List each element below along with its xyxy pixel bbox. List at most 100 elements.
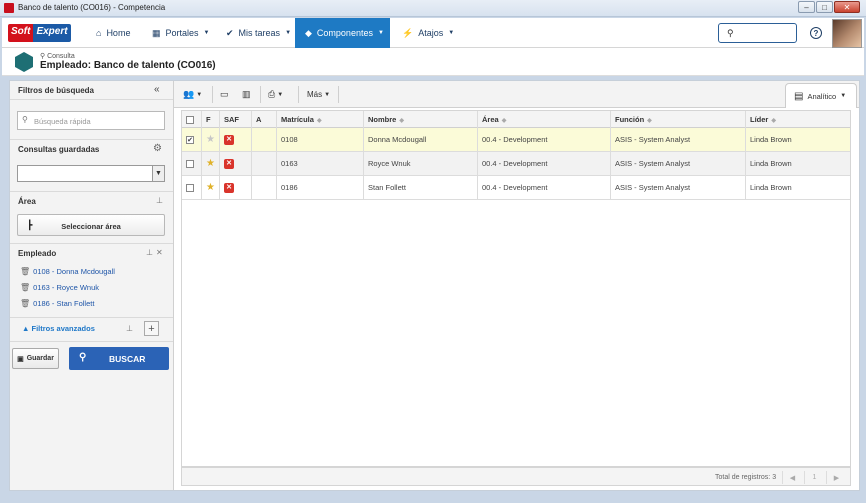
nav-portales-label: Portales [165, 28, 199, 38]
employee-filter-item[interactable]: 🗑 0186 - Stan Follett [20, 299, 94, 308]
header-matricula-label: Matrícula [281, 115, 314, 124]
more-label: Más [307, 90, 323, 99]
logo-soft: Soft [8, 24, 34, 42]
nombre-cell: Royce Wnuk [364, 152, 478, 176]
saved-queries-select[interactable]: ▼ [17, 165, 165, 182]
row-checkbox-cell[interactable] [182, 176, 202, 200]
nombre-cell: Donna Mcdougall [364, 128, 478, 152]
star-filled-icon[interactable]: ★ [206, 158, 215, 169]
nav-portales[interactable]: ▦ Portales ▼ [152, 18, 210, 48]
funcion-cell: ASIS - System Analyst [611, 152, 746, 176]
saf-status-icon: ✕ [224, 159, 234, 170]
a-cell [252, 176, 277, 200]
nav-atajos[interactable]: ⚡ Atajos ▼ [402, 18, 454, 48]
star-filled-icon[interactable]: ★ [206, 182, 215, 193]
saf-cell: ✕ [220, 152, 252, 176]
search-icon: ⚲ [79, 352, 87, 363]
checkbox-icon[interactable] [186, 184, 194, 193]
star-outline-icon[interactable]: ★ [206, 134, 215, 145]
remove-icon[interactable]: ✕ [156, 248, 163, 257]
header-funcion-label: Función [615, 115, 645, 124]
select-area-button[interactable]: ┣ Seleccionar área [17, 214, 165, 236]
home-icon: ⌂ [96, 28, 102, 38]
divider [212, 86, 213, 103]
close-icon[interactable]: ✕ [834, 1, 860, 13]
page-header: ⚲ Consulta Empleado: Banco de talento (C… [2, 48, 864, 76]
divider [10, 341, 173, 342]
sort-icon: ◆ [501, 118, 507, 124]
employee-filter-label[interactable]: 0108 - Donna Mcdougall [33, 267, 115, 276]
header-nombre[interactable]: Nombre ◆ [364, 111, 478, 128]
table-row[interactable]: ★ ✕ 0186 Stan Follett 00.4 - Development… [182, 176, 850, 200]
nav-mis-tareas-label: Mis tareas [238, 28, 281, 38]
advanced-filters-toggle[interactable]: ▲ Filtros avanzados [22, 324, 95, 333]
row-checkbox-cell[interactable]: ✔ [182, 128, 202, 152]
employee-filter-label[interactable]: 0163 - Royce Wnuk [33, 283, 99, 292]
more-menu-button[interactable]: Más ▼ [307, 87, 330, 102]
logo-expert: Expert [33, 24, 71, 42]
minimize-icon[interactable]: – [798, 1, 815, 13]
saf-cell: ✕ [220, 176, 252, 200]
chevron-down-icon: ▼ [840, 93, 847, 99]
select-all-checkbox[interactable] [182, 111, 202, 128]
view-mode-label: Analítico [807, 91, 837, 101]
global-search-input[interactable]: ⚲ [718, 23, 797, 43]
trash-icon[interactable]: 🗑 [20, 283, 30, 292]
users-icon: 👥 [183, 89, 195, 99]
header-a[interactable]: A [252, 111, 277, 128]
favorite-cell[interactable]: ★ [202, 128, 220, 152]
chevron-down-icon: ▼ [196, 91, 203, 98]
save-button[interactable]: ▣ Guardar [12, 348, 59, 369]
collapse-panel-icon[interactable]: « [154, 84, 160, 95]
favorite-cell[interactable]: ★ [202, 176, 220, 200]
header-funcion[interactable]: Función ◆ [611, 111, 746, 128]
view-record-button[interactable]: ▭ [220, 87, 229, 102]
select-area-label: Seleccionar área [61, 222, 121, 231]
print-menu-button[interactable]: ⎙ ▼ [268, 87, 283, 102]
employee-hexagon-icon [15, 52, 33, 72]
checkbox-icon[interactable] [186, 160, 194, 169]
employee-filter-item[interactable]: 🗑 0163 - Royce Wnuk [20, 283, 99, 292]
breadcrumb-label: Consulta [47, 53, 75, 60]
checkbox-checked-icon[interactable]: ✔ [186, 136, 194, 145]
header-matricula[interactable]: Matrícula ◆ [277, 111, 364, 128]
header-lider[interactable]: Líder ◆ [746, 111, 850, 128]
eraser-icon[interactable]: ⊥ [156, 196, 163, 205]
softexpert-logo: Soft Expert [8, 24, 71, 42]
search-button[interactable]: ⚲ BUSCAR [69, 347, 169, 370]
app-icon [4, 3, 14, 13]
maximize-icon[interactable]: □ [816, 1, 833, 13]
header-saf[interactable]: SAF [220, 111, 252, 128]
table-row[interactable]: ✔ ★ ✕ 0108 Donna Mcdougall 00.4 - Develo… [182, 128, 850, 152]
checkbox-icon[interactable] [186, 116, 194, 125]
employee-filter-label[interactable]: 0186 - Stan Follett [33, 299, 94, 308]
employee-filter-item[interactable]: 🗑 0108 - Donna Mcdougall [20, 267, 115, 276]
trash-icon[interactable]: 🗑 [20, 267, 30, 276]
users-menu-button[interactable]: 👥 ▼ [183, 87, 202, 102]
header-area[interactable]: Área ◆ [478, 111, 611, 128]
nav-componentes[interactable]: ◆ Componentes ▼ [295, 18, 390, 48]
trash-icon[interactable]: 🗑 [20, 299, 30, 308]
user-avatar[interactable] [832, 19, 862, 48]
add-filter-button[interactable]: + [144, 321, 159, 336]
nav-componentes-label: Componentes [316, 28, 373, 38]
nav-mis-tareas[interactable]: ✔ Mis tareas ▼ [226, 18, 291, 48]
divider [10, 243, 173, 244]
eraser-icon[interactable]: ⊥ [126, 324, 133, 333]
chart-button[interactable]: ▥ [242, 87, 251, 102]
search-icon: ⚲ [22, 115, 28, 124]
table-row[interactable]: ★ ✕ 0163 Royce Wnuk 00.4 - Development A… [182, 152, 850, 176]
row-checkbox-cell[interactable] [182, 152, 202, 176]
next-page-button[interactable]: ▶ [826, 471, 846, 484]
chevron-down-icon: ▼ [203, 30, 210, 36]
gear-icon[interactable]: ⚙ [153, 143, 162, 154]
view-mode-dropdown[interactable]: ▤ Analítico ▼ [785, 83, 857, 108]
header-f[interactable]: F [202, 111, 220, 128]
quick-search-input[interactable]: ⚲ Búsqueda rápida [17, 111, 165, 130]
eraser-icon[interactable]: ⊥ [146, 248, 153, 257]
nav-home[interactable]: ⌂ Home [96, 18, 130, 48]
prev-page-button[interactable]: ◀ [782, 471, 802, 484]
help-icon[interactable]: ? [810, 27, 822, 39]
divider [298, 86, 299, 103]
favorite-cell[interactable]: ★ [202, 152, 220, 176]
